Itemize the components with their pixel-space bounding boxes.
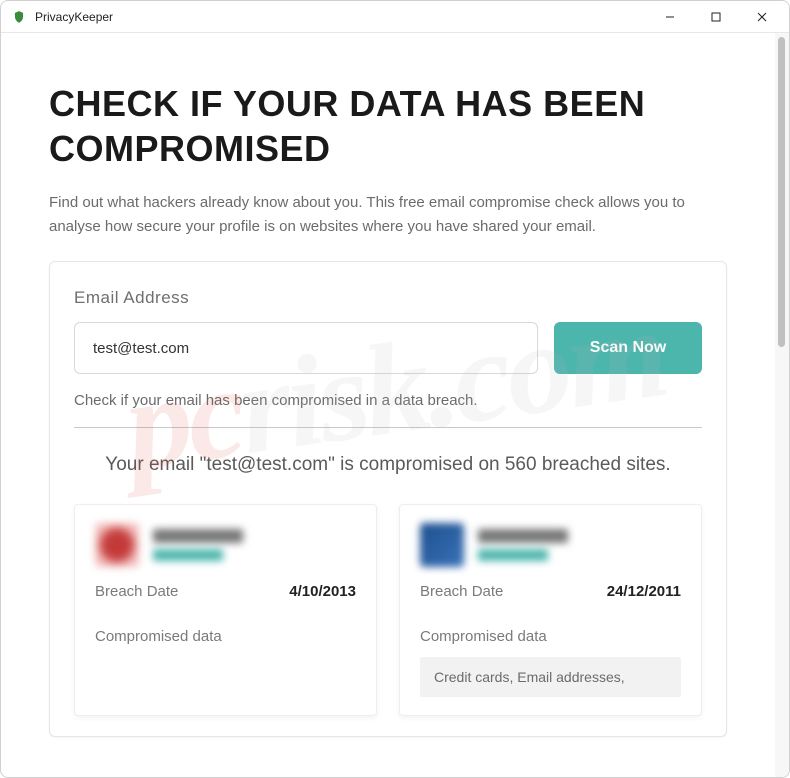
page-heading: CHECK IF YOUR DATA HAS BEEN COMPROMISED bbox=[49, 81, 727, 171]
email-field[interactable] bbox=[74, 322, 538, 374]
titlebar[interactable]: PrivacyKeeper bbox=[1, 1, 789, 33]
breach-link-blurred bbox=[153, 549, 223, 561]
scan-card: Email Address Scan Now Check if your ema… bbox=[49, 261, 727, 737]
breach-date-value: 4/10/2013 bbox=[289, 583, 356, 600]
compromised-label: Compromised data bbox=[420, 628, 681, 645]
window-controls bbox=[647, 1, 785, 33]
breach-date-value: 24/12/2011 bbox=[607, 583, 681, 600]
breach-title-block bbox=[478, 529, 568, 561]
breach-logo-icon bbox=[420, 523, 464, 567]
close-button[interactable] bbox=[739, 1, 785, 33]
breach-card: Breach Date 4/10/2013 Compromised data bbox=[74, 504, 377, 716]
page-intro: Find out what hackers already know about… bbox=[49, 191, 689, 239]
vertical-scrollbar[interactable] bbox=[775, 33, 789, 777]
breach-grid: Breach Date 4/10/2013 Compromised data bbox=[74, 504, 702, 716]
input-row: Scan Now bbox=[74, 322, 702, 374]
page-content: CHECK IF YOUR DATA HAS BEEN COMPROMISED … bbox=[1, 33, 775, 777]
app-window: PrivacyKeeper CHECK IF YOUR DATA HAS BEE… bbox=[0, 0, 790, 778]
window-title: PrivacyKeeper bbox=[35, 10, 647, 24]
compromised-data: Credit cards, Email addresses, bbox=[420, 657, 681, 697]
helper-text: Check if your email has been compromised… bbox=[74, 392, 702, 428]
scan-button[interactable]: Scan Now bbox=[554, 322, 702, 374]
breach-logo-icon bbox=[95, 523, 139, 567]
email-label: Email Address bbox=[74, 288, 702, 308]
maximize-button[interactable] bbox=[693, 1, 739, 33]
content-wrap: CHECK IF YOUR DATA HAS BEEN COMPROMISED … bbox=[1, 33, 789, 777]
breach-date-label: Breach Date bbox=[95, 583, 178, 600]
compromised-label: Compromised data bbox=[95, 628, 356, 645]
breach-date-row: Breach Date 24/12/2011 bbox=[420, 583, 681, 600]
breach-link-blurred bbox=[478, 549, 548, 561]
breach-card: Breach Date 24/12/2011 Compromised data … bbox=[399, 504, 702, 716]
breach-date-row: Breach Date 4/10/2013 bbox=[95, 583, 356, 600]
app-icon bbox=[11, 9, 27, 25]
breach-header bbox=[95, 523, 356, 567]
breach-name-blurred bbox=[153, 529, 243, 543]
breach-date-label: Breach Date bbox=[420, 583, 503, 600]
breach-title-block bbox=[153, 529, 243, 561]
scrollbar-thumb[interactable] bbox=[778, 37, 785, 347]
minimize-button[interactable] bbox=[647, 1, 693, 33]
breach-name-blurred bbox=[478, 529, 568, 543]
breach-header bbox=[420, 523, 681, 567]
result-message: Your email "test@test.com" is compromise… bbox=[74, 428, 702, 504]
